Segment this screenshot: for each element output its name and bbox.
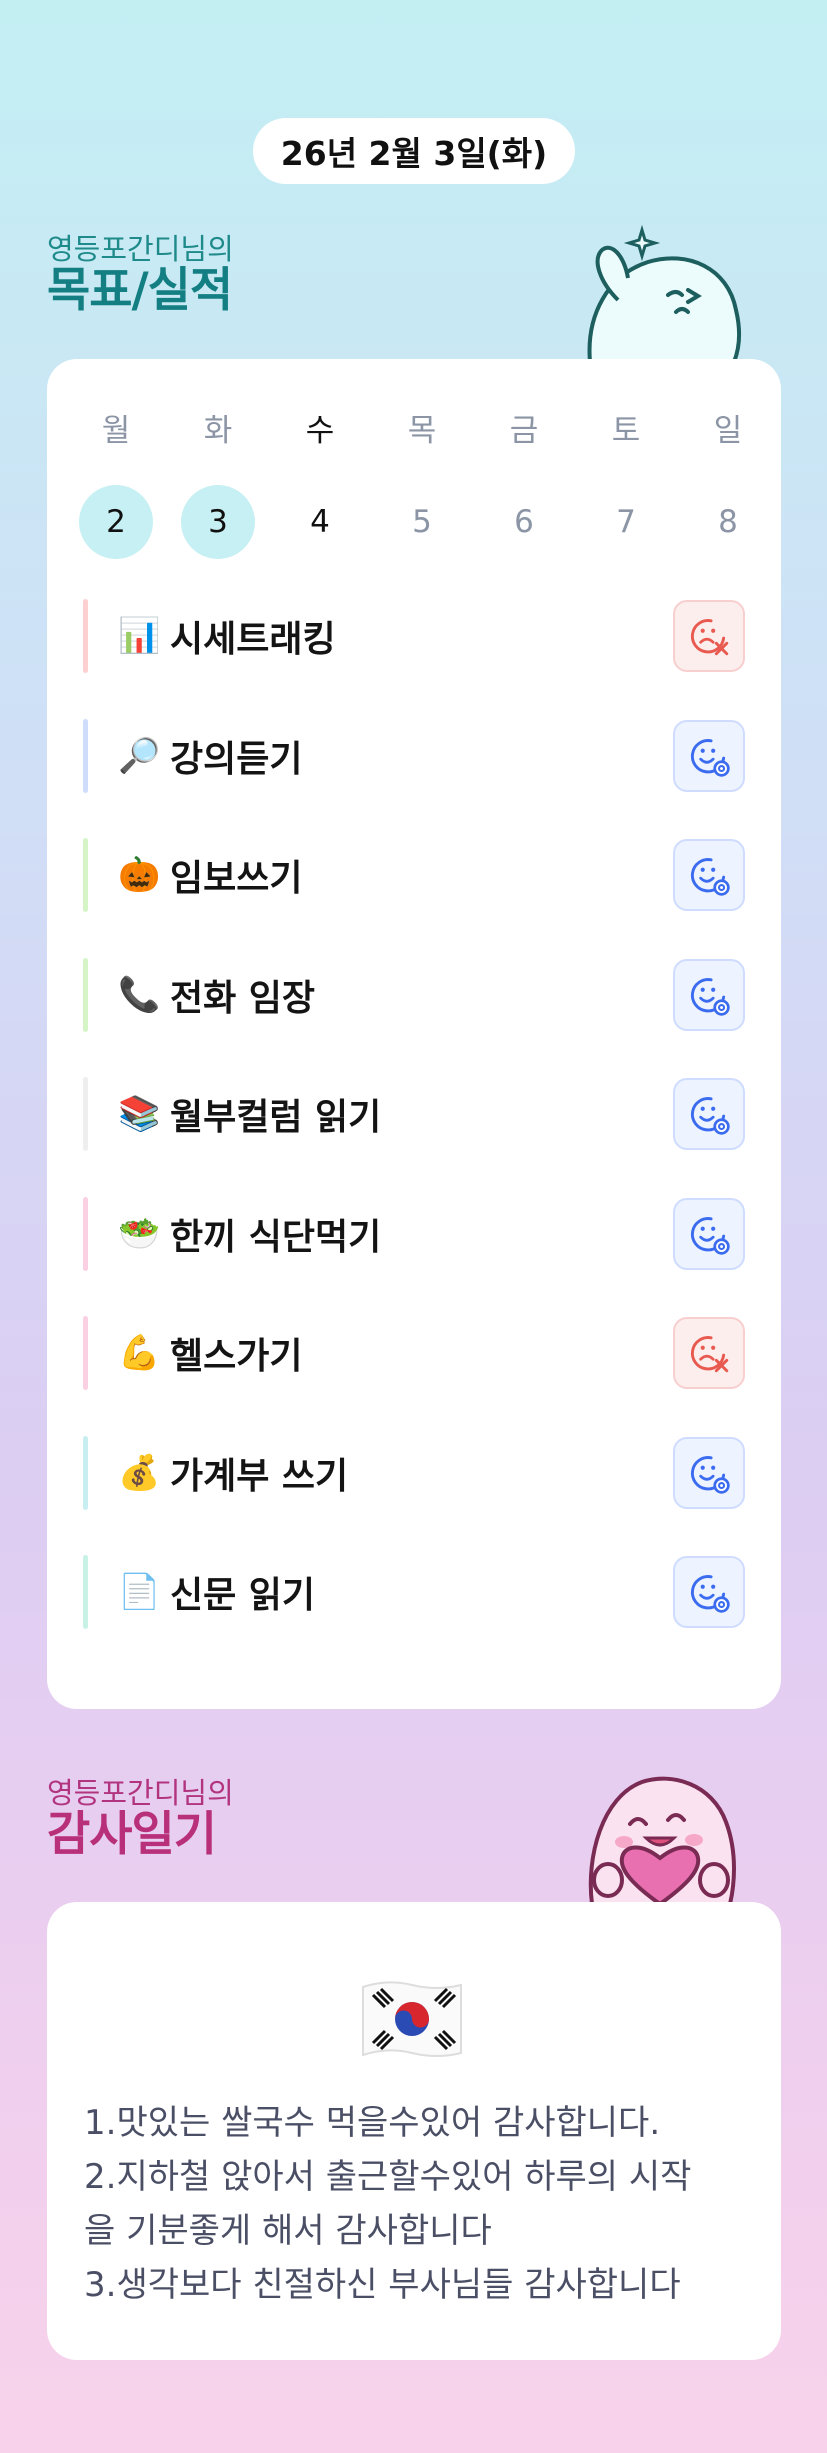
- goal-label: 헬스가기: [170, 1336, 303, 1377]
- goal-label: 강의듣기: [170, 738, 303, 780]
- date-badge: 26년 2월 3일(화): [253, 118, 575, 184]
- weekday-label: 일: [713, 413, 743, 449]
- goals-section-subtitle: 영등포간디님의: [47, 232, 234, 266]
- date-row: 2 3 4 5 6 7 8: [79, 485, 765, 559]
- goal-emoji-icon: 🥗: [118, 1213, 161, 1254]
- gratitude-line: 1.맛있는 쌀국수 먹을수있어 감사합니다.: [84, 2103, 661, 2143]
- goal-emoji-icon: 📚: [118, 1094, 161, 1134]
- frown-x-icon: [690, 619, 729, 656]
- gratitude-card: 1.맛있는 쌀국수 먹을수있어 감사합니다. 2.지하철 앉아서 출근할수있어 …: [47, 1902, 781, 2360]
- weekday-label-current: 수: [305, 413, 335, 449]
- goal-emoji-icon: 📊: [118, 616, 161, 656]
- goal-item[interactable]: 📞 전화 임장: [83, 957, 743, 1032]
- goal-success-status-button[interactable]: [673, 1436, 745, 1509]
- goal-emoji-icon: 📄: [118, 1572, 161, 1612]
- goal-item[interactable]: 📚 월부컬럼 읽기: [83, 1077, 743, 1151]
- goal-item[interactable]: 🔎 강의듣기: [83, 718, 743, 793]
- calendar-date-completed[interactable]: 3: [181, 485, 255, 559]
- goal-success-status-button[interactable]: [673, 1556, 745, 1628]
- goal-success-status-button[interactable]: [673, 1197, 745, 1270]
- gratitude-line: 3.생각보다 친절하신 부사님들 감사합니다: [84, 2265, 681, 2305]
- goal-label: 전화 임장: [170, 977, 316, 1019]
- goal-item[interactable]: 🥗 한끼 식단먹기: [83, 1196, 743, 1271]
- goal-fail-status-button[interactable]: [673, 600, 745, 672]
- goal-color-bar: [83, 1435, 88, 1510]
- smile-check-icon: [690, 977, 730, 1016]
- weekday-row: 월 화 수 목 금 토 일: [79, 411, 765, 451]
- goals-card: 월 화 수 목 금 토 일 2 3 4 5 6 7 8 📊 시세트래킹 🔎 강의듣기 🎃…: [47, 359, 781, 1709]
- goal-label: 월부컬럼 읽기: [170, 1097, 382, 1138]
- gratitude-section-heading: 영등포간디님의 감사일기: [47, 1776, 234, 1860]
- frown-x-icon: [690, 1336, 729, 1373]
- goal-emoji-icon: 💰: [118, 1452, 161, 1493]
- goal-success-status-button[interactable]: [673, 1078, 745, 1150]
- goal-color-bar: [83, 1316, 88, 1390]
- gratitude-section-title: 감사일기: [47, 1807, 217, 1862]
- smile-check-icon: [690, 1455, 730, 1494]
- weekday-label: 목: [407, 413, 437, 449]
- gratitude-section-subtitle: 영등포간디님의: [47, 1776, 234, 1810]
- goal-color-bar: [83, 718, 88, 793]
- weekday-label: 금: [509, 413, 539, 449]
- goal-color-bar: [83, 1077, 88, 1151]
- calendar-date[interactable]: 8: [691, 485, 765, 559]
- goals-section-heading: 영등포간디님의 목표/실적: [47, 232, 234, 316]
- smile-check-icon: [690, 738, 730, 777]
- goal-label: 가계부 쓰기: [170, 1455, 349, 1497]
- goal-emoji-icon: 💪: [118, 1333, 161, 1373]
- weekday-label: 월: [101, 413, 131, 449]
- gratitude-line: 을 기분좋게 해서 감사합니다: [84, 2211, 492, 2251]
- smile-check-icon: [690, 1097, 730, 1135]
- goal-item[interactable]: 📊 시세트래킹: [83, 599, 743, 673]
- goal-item[interactable]: 📄 신문 읽기: [83, 1555, 743, 1629]
- goal-fail-status-button[interactable]: [673, 1317, 745, 1389]
- week-calendar: 월 화 수 목 금 토 일 2 3 4 5 6 7 8: [79, 411, 765, 559]
- goal-label: 임보쓰기: [170, 858, 303, 899]
- goal-color-bar: [83, 1196, 88, 1271]
- calendar-date-completed[interactable]: 2: [79, 485, 153, 559]
- goal-label: 신문 읽기: [170, 1575, 316, 1616]
- goals-section-title: 목표/실적: [47, 263, 233, 318]
- goal-label: 시세트래킹: [170, 619, 336, 660]
- goal-success-status-button[interactable]: [673, 719, 745, 792]
- goal-emoji-icon: 🔎: [118, 735, 161, 776]
- calendar-date[interactable]: 5: [385, 485, 459, 559]
- calendar-date[interactable]: 7: [589, 485, 663, 559]
- goal-success-status-button[interactable]: [673, 839, 745, 911]
- weekday-label: 토: [611, 413, 641, 449]
- smile-check-icon: [690, 1216, 730, 1255]
- calendar-date-today[interactable]: 4: [283, 485, 357, 559]
- goal-success-status-button[interactable]: [673, 958, 745, 1031]
- mascot-heart-character-icon: [588, 1776, 736, 1904]
- goal-item[interactable]: 🎃 임보쓰기: [83, 838, 743, 912]
- gratitude-text: 1.맛있는 쌀국수 먹을수있어 감사합니다. 2.지하철 앉아서 출근할수있어 …: [84, 2096, 764, 2312]
- goal-item[interactable]: 💪 헬스가기: [83, 1316, 743, 1390]
- goal-emoji-icon: 📞: [118, 974, 161, 1015]
- goal-label: 한끼 식단먹기: [170, 1216, 382, 1258]
- goal-color-bar: [83, 957, 88, 1032]
- smile-check-icon: [690, 858, 730, 896]
- weekday-label: 화: [203, 413, 233, 449]
- goal-item[interactable]: 💰 가계부 쓰기: [83, 1435, 743, 1510]
- smile-check-icon: [690, 1575, 730, 1613]
- calendar-date[interactable]: 6: [487, 485, 561, 559]
- gratitude-line: 2.지하철 앉아서 출근할수있어 하루의 시작: [84, 2157, 692, 2197]
- mascot-character-icon: [587, 224, 742, 362]
- goal-color-bar: [83, 1555, 88, 1629]
- korean-flag-icon: [362, 1981, 462, 2057]
- goal-color-bar: [83, 599, 88, 673]
- goal-color-bar: [83, 838, 88, 912]
- goal-emoji-icon: 🎃: [118, 855, 161, 895]
